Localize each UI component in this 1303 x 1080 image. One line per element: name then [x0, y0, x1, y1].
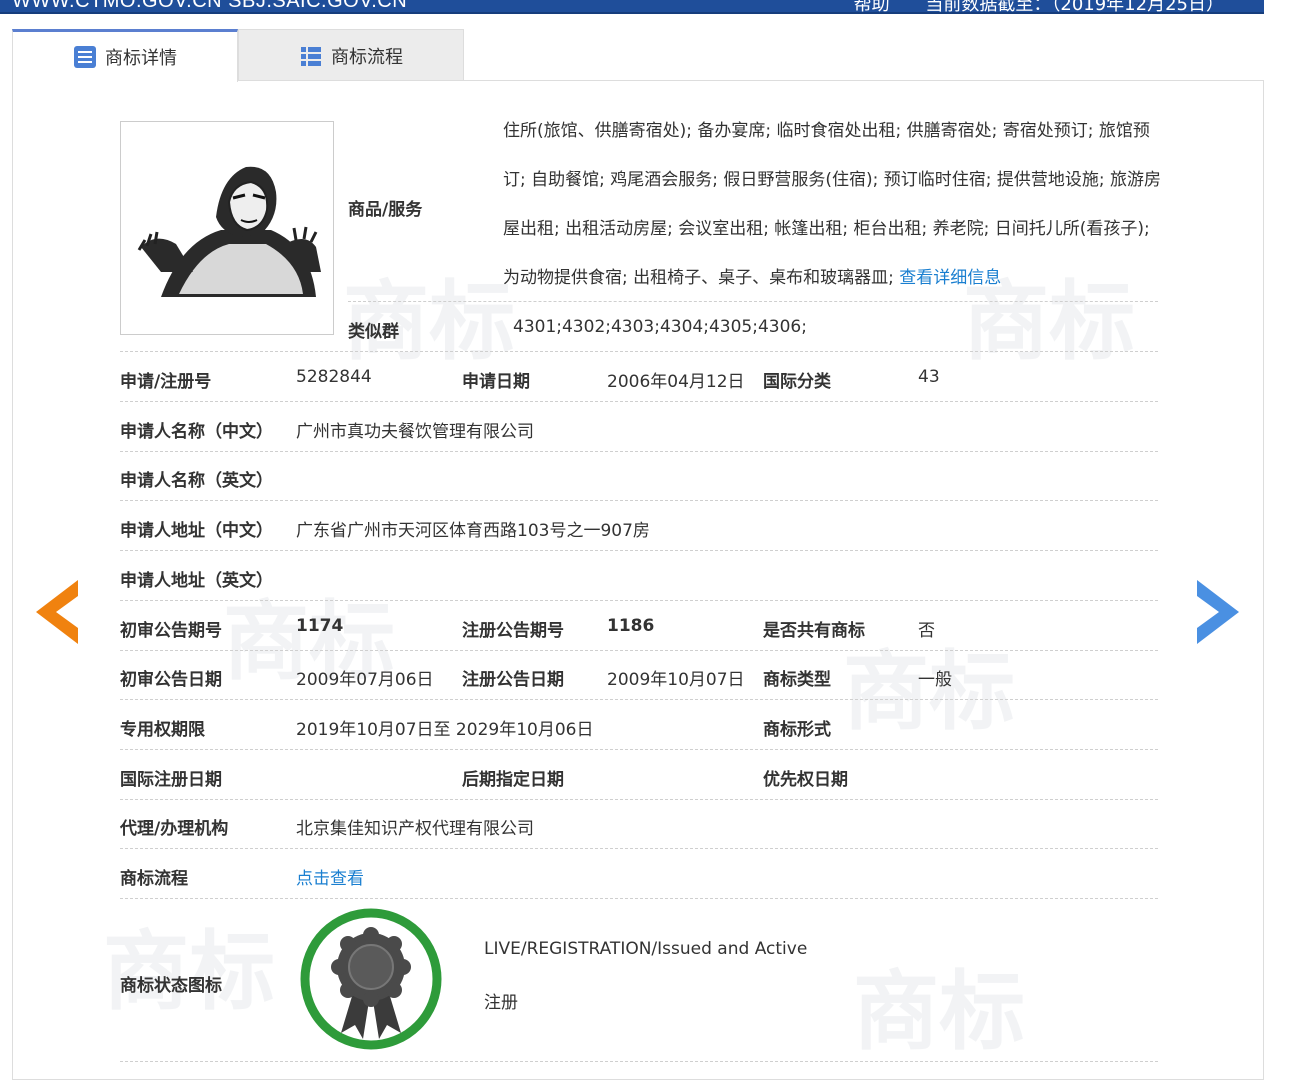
- tab-label: 商标流程: [331, 46, 403, 68]
- site-url: WWW.CTMO.GOV.CN SBJ.SAIC.GOV.CN: [12, 0, 408, 12]
- similar-group-value: 4301;4302;4303;4304;4305;4306;: [513, 317, 807, 337]
- divider: [120, 600, 1158, 601]
- trademark-image: [120, 121, 334, 335]
- goods-services-text: 住所(旅馆、供膳寄宿处); 备办宴席; 临时食宿处出租; 供膳寄宿处; 寄宿处预…: [503, 107, 1168, 303]
- exclusive-value: 2019年10月07日至 2029年10月06日: [296, 720, 594, 740]
- next-arrow-icon[interactable]: [1197, 580, 1239, 644]
- process-label: 商标流程: [120, 869, 188, 889]
- trademark-figure-image: [121, 122, 333, 334]
- tm-type-value: 一般: [918, 670, 952, 690]
- status-en: LIVE/REGISTRATION/Issued and Active: [484, 939, 808, 959]
- similar-group-label: 类似群: [348, 322, 399, 342]
- divider: [120, 898, 1158, 899]
- intl-class-value: 43: [918, 367, 940, 387]
- list-bullet-icon: [301, 46, 321, 66]
- divider: [120, 401, 1158, 402]
- applicant-en-label: 申请人名称（英文）: [120, 471, 273, 491]
- later-date-label: 后期指定日期: [462, 770, 564, 790]
- help-link[interactable]: 帮助: [854, 0, 890, 12]
- app-no-value: 5282844: [296, 367, 372, 387]
- address-cn-value: 广东省广州市天河区体育西路103号之一907房: [296, 521, 650, 541]
- top-banner: WWW.CTMO.GOV.CN SBJ.SAIC.GOV.CN 帮助 当前数据截…: [0, 0, 1264, 14]
- intl-reg-date-label: 国际注册日期: [120, 770, 222, 790]
- reg-no-value: 1186: [607, 616, 655, 636]
- tab-bar: 商标详情 商标流程: [12, 29, 464, 82]
- topbar-right: 帮助 当前数据截至：（2019年12月25日）: [824, 0, 1224, 14]
- process-view-link[interactable]: 点击查看: [296, 864, 364, 889]
- goods-label: 商品/服务: [348, 200, 423, 220]
- divider: [120, 749, 1158, 750]
- tm-form-label: 商标形式: [763, 720, 831, 740]
- address-cn-label: 申请人地址（中文）: [120, 521, 273, 541]
- prelim-date-value: 2009年07月06日: [296, 670, 434, 690]
- status-icon-label: 商标状态图标: [120, 976, 222, 996]
- applicant-cn-value: 广州市真功夫餐饮管理有限公司: [296, 422, 534, 442]
- intl-class-label: 国际分类: [763, 372, 831, 392]
- applicant-cn-label: 申请人名称（中文）: [120, 422, 273, 442]
- priority-date-label: 优先权日期: [763, 770, 848, 790]
- data-date: 当前数据截至：（2019年12月25日）: [925, 0, 1224, 14]
- prelim-no-label: 初审公告期号: [120, 621, 222, 641]
- tab-label: 商标详情: [105, 48, 177, 69]
- agent-label: 代理/办理机构: [120, 819, 229, 839]
- prelim-no-value: 1174: [296, 616, 344, 636]
- app-date-value: 2006年04月12日: [607, 372, 745, 392]
- divider: [120, 500, 1158, 501]
- tab-trademark-process[interactable]: 商标流程: [238, 29, 464, 81]
- detail-panel: 商标 商标 商标 商标 商标 商标 商品/服务 住所(旅馆、供膳寄宿处); 备办…: [12, 80, 1264, 1080]
- tab-trademark-detail[interactable]: 商标详情: [12, 29, 238, 82]
- divider: [120, 451, 1158, 452]
- app-date-label: 申请日期: [462, 372, 530, 392]
- reg-date-label: 注册公告日期: [462, 670, 564, 690]
- prelim-date-label: 初审公告日期: [120, 670, 222, 690]
- registered-rosette-icon: [300, 908, 442, 1050]
- reg-date-value: 2009年10月07日: [607, 670, 745, 690]
- goods-more-link[interactable]: 查看详细信息: [899, 268, 1001, 288]
- app-no-label: 申请/注册号: [120, 372, 212, 392]
- list-doc-icon: [74, 46, 96, 68]
- divider: [120, 650, 1158, 651]
- shared-value: 否: [918, 621, 935, 641]
- divider: [120, 848, 1158, 849]
- divider: [120, 1061, 1158, 1062]
- divider: [348, 301, 1158, 302]
- address-en-label: 申请人地址（英文）: [120, 571, 273, 591]
- divider: [120, 351, 1158, 352]
- agent-value: 北京集佳知识产权代理有限公司: [296, 819, 534, 839]
- watermark: 商标: [343, 272, 515, 372]
- divider: [120, 799, 1158, 800]
- watermark: 商标: [103, 922, 275, 1022]
- tm-type-label: 商标类型: [763, 670, 831, 690]
- shared-label: 是否共有商标: [763, 621, 865, 641]
- divider: [120, 550, 1158, 551]
- reg-no-label: 注册公告期号: [462, 621, 564, 641]
- divider: [120, 699, 1158, 700]
- goods-list: 住所(旅馆、供膳寄宿处); 备办宴席; 临时食宿处出租; 供膳寄宿处; 寄宿处预…: [503, 121, 1162, 288]
- exclusive-label: 专用权期限: [120, 720, 205, 740]
- status-cn: 注册: [484, 993, 518, 1013]
- watermark: 商标: [853, 962, 1025, 1062]
- prev-arrow-icon[interactable]: [36, 580, 78, 644]
